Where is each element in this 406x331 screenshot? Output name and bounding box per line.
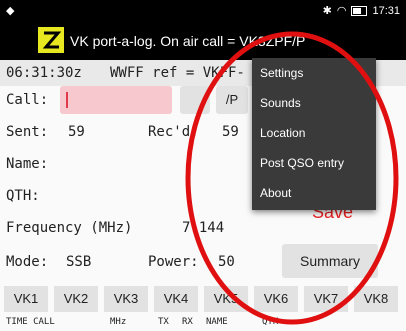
vk-button[interactable]: VK5 — [204, 286, 248, 312]
portable-button[interactable]: /P — [216, 86, 248, 114]
log-header-cell: TX — [158, 317, 169, 327]
vk-area-buttons: VK1 VK2 VK3 VK4 VK5 VK6 VK7 VK8 — [0, 286, 406, 312]
app-logo-icon — [38, 27, 64, 53]
wifi-icon: ◠ — [336, 5, 347, 17]
vk-button[interactable]: VK3 — [104, 286, 148, 312]
vk-button[interactable]: VK4 — [154, 286, 198, 312]
android-icon: ◆ — [6, 5, 15, 17]
vk-button[interactable]: VK2 — [54, 286, 98, 312]
status-bar: ◆ ✱ ◠ 17:31 — [0, 0, 406, 22]
power-value[interactable]: 50 — [218, 254, 235, 270]
vk-button[interactable]: VK6 — [254, 286, 298, 312]
call-extra-button[interactable] — [180, 86, 210, 114]
mode-value[interactable]: SSB — [66, 254, 91, 270]
frequency-label: Frequency (MHz) — [6, 220, 133, 236]
overflow-menu: Settings Sounds Location Post QSO entry … — [252, 58, 376, 210]
call-input[interactable] — [60, 86, 172, 114]
sent-label: Sent: — [6, 124, 49, 140]
name-label: Name: — [6, 156, 49, 172]
mode-label: Mode: — [6, 254, 49, 270]
menu-item-settings[interactable]: Settings — [252, 58, 376, 88]
vk-button[interactable]: VK7 — [304, 286, 348, 312]
log-header: TIME CALL MHz TX RX NAME QTH — [0, 314, 406, 331]
vk-button[interactable]: VK8 — [354, 286, 398, 312]
call-label: Call: — [6, 92, 49, 108]
vk-button[interactable]: VK1 — [4, 286, 48, 312]
log-header-cell: NAME — [206, 317, 228, 327]
battery-icon — [351, 5, 368, 16]
menu-item-post-qso-entry[interactable]: Post QSO entry — [252, 148, 376, 178]
menu-item-sounds[interactable]: Sounds — [252, 88, 376, 118]
clock: 17:31 — [372, 4, 400, 17]
log-header-cell: QTH — [262, 317, 279, 327]
app-title: VK port-a-log. On air call = VK3ZPF/P — [70, 33, 306, 49]
qth-label: QTH: — [6, 188, 40, 204]
summary-button[interactable]: Summary — [282, 244, 378, 278]
log-header-cell: TIME CALL — [6, 317, 55, 327]
power-label: Power: — [148, 254, 199, 270]
bluetooth-icon: ✱ — [322, 5, 332, 17]
menu-item-about[interactable]: About — [252, 178, 376, 208]
recd-value[interactable]: 59 — [222, 124, 239, 140]
log-header-cell: MHz — [110, 317, 127, 327]
menu-item-location[interactable]: Location — [252, 118, 376, 148]
app-bar: VK port-a-log. On air call = VK3ZPF/P — [0, 22, 406, 60]
recd-label: Rec'd: — [148, 124, 199, 140]
frequency-value[interactable]: 7.144 — [182, 220, 224, 236]
wwff-reference: WWFF ref = VKFF- — [110, 65, 245, 81]
log-header-cell: RX — [182, 317, 193, 327]
utc-time: 06:31:30z — [6, 65, 82, 81]
sent-value[interactable]: 59 — [68, 124, 85, 140]
